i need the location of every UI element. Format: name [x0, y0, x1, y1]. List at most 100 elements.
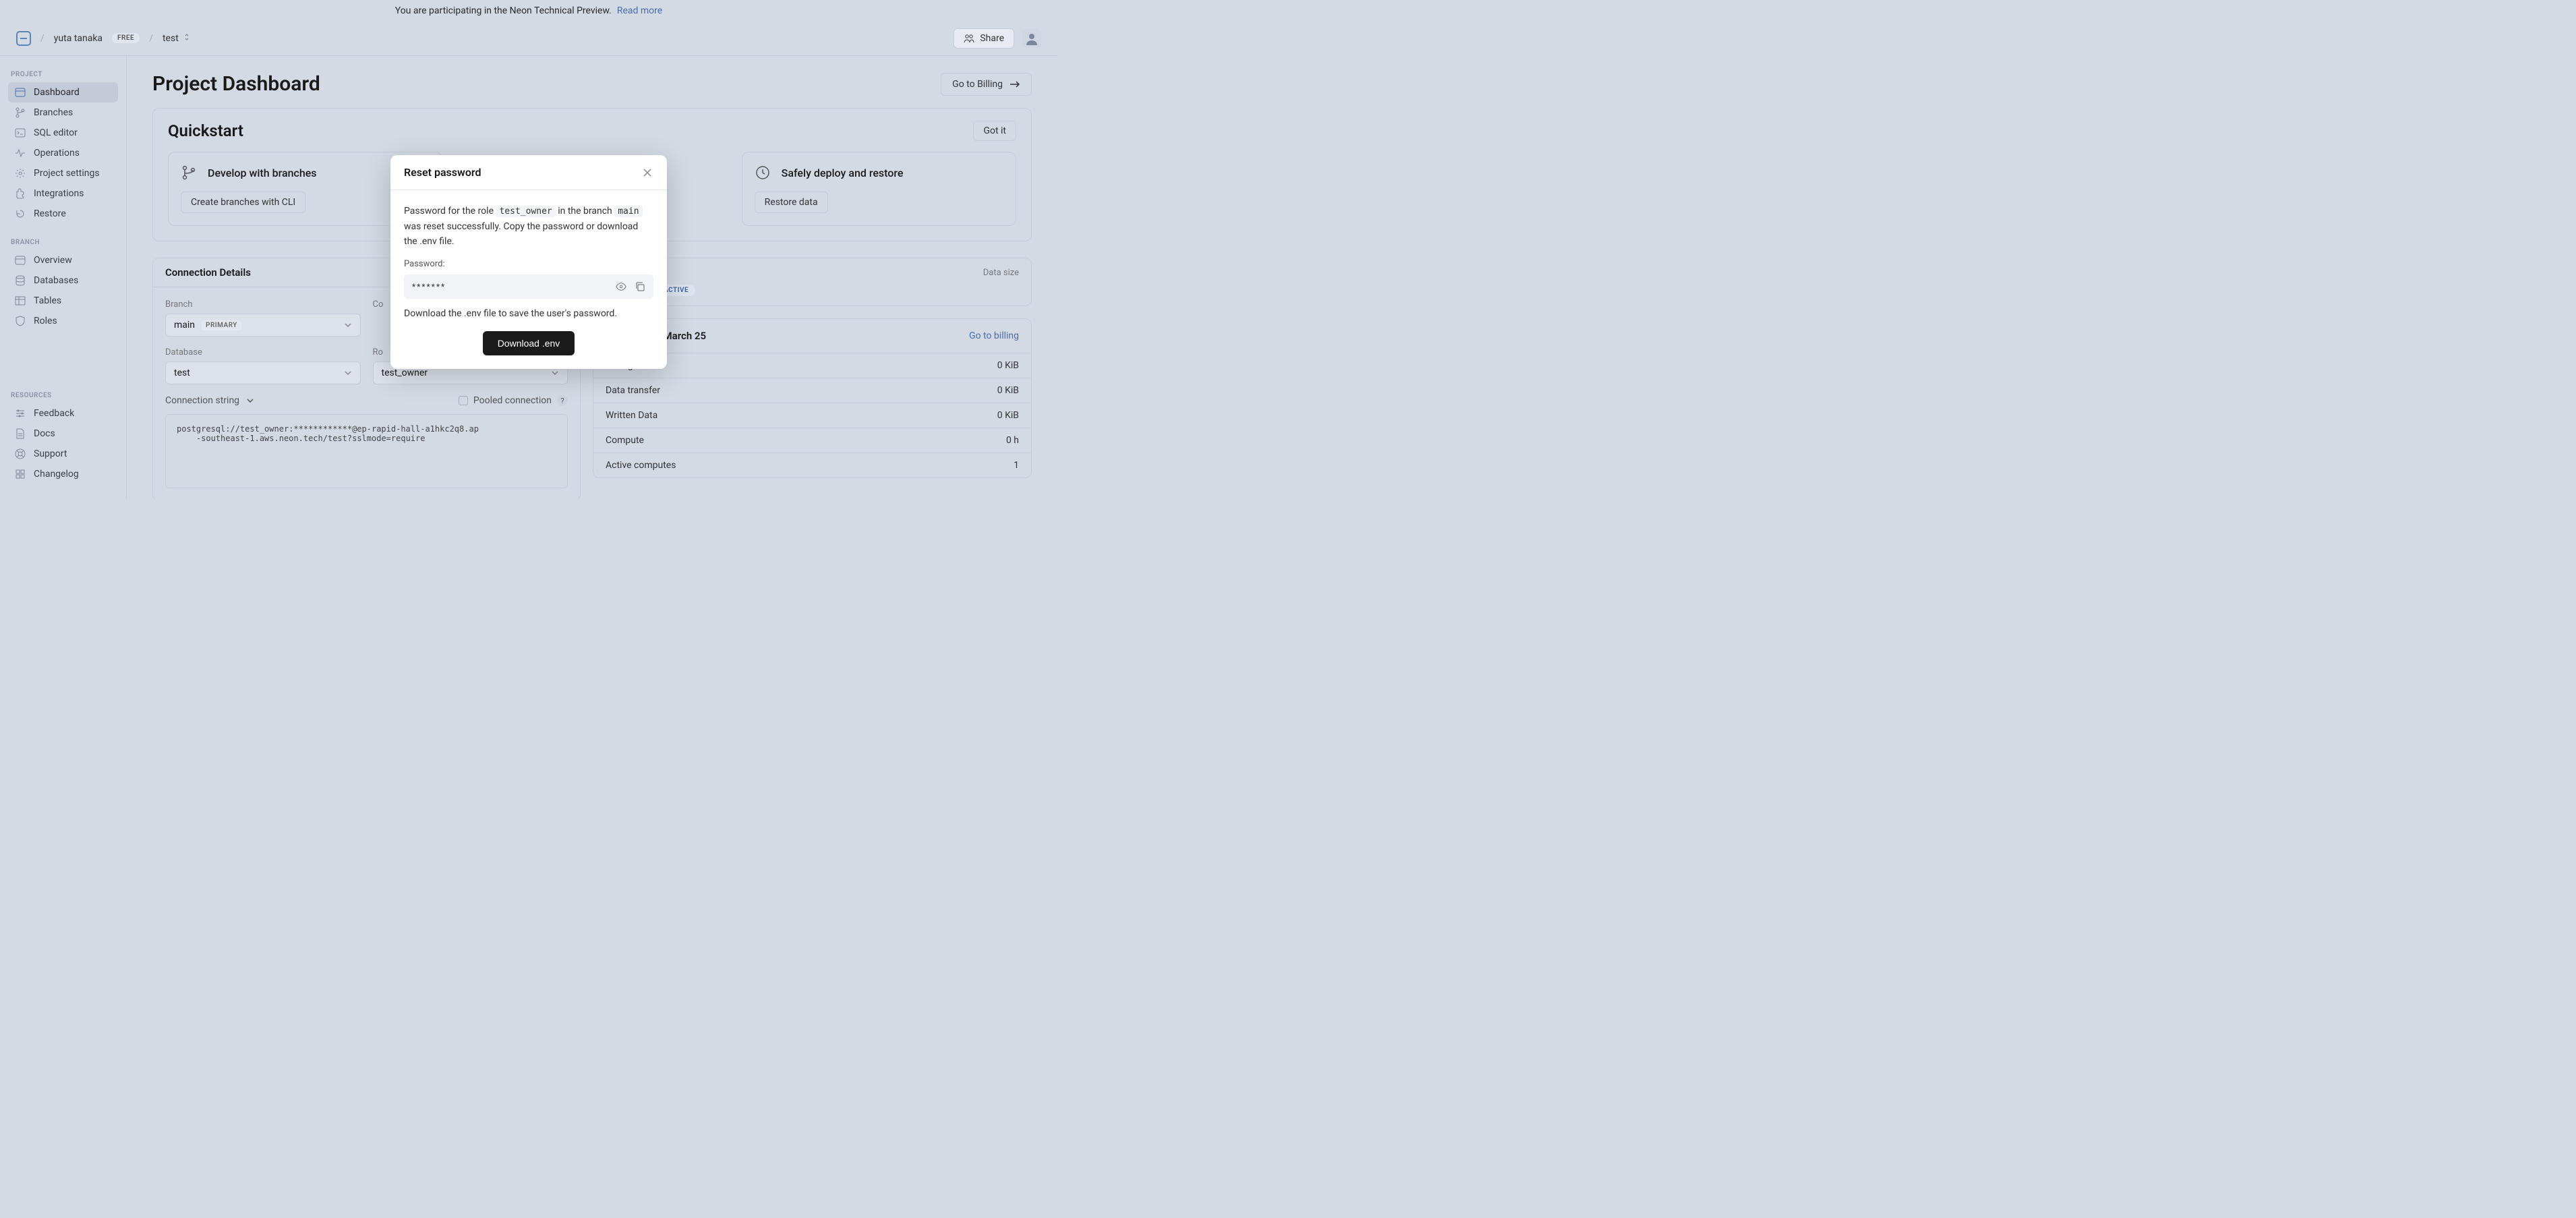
- window-icon: [15, 87, 26, 98]
- sidebar-item-label: Integrations: [34, 188, 84, 199]
- sidebar-item-label: Operations: [34, 148, 80, 158]
- sidebar-item-label: Docs: [34, 428, 55, 439]
- chevron-down-icon: [344, 370, 352, 376]
- sidebar-item-settings[interactable]: Project settings: [8, 163, 118, 183]
- chevron-down-icon: [551, 370, 559, 376]
- sidebar-section-branch: BRANCH: [8, 239, 118, 250]
- pooled-checkbox[interactable]: [459, 396, 468, 405]
- connection-string-toggle[interactable]: Connection string: [165, 395, 254, 406]
- usage-value: 0 KiB: [997, 385, 1019, 396]
- go-to-billing-link[interactable]: Go to billing: [969, 330, 1019, 341]
- sidebar-item-overview[interactable]: Overview: [8, 250, 118, 270]
- close-icon[interactable]: [641, 167, 653, 179]
- chevron-down-icon: [246, 398, 254, 403]
- restore-data-button[interactable]: Restore data: [755, 192, 828, 213]
- breadcrumb: / yuta tanaka FREE / test: [16, 31, 190, 46]
- sidebar-item-operations[interactable]: Operations: [8, 143, 118, 163]
- usage-row: Active computes 1: [593, 453, 1031, 477]
- doc-icon: [15, 428, 26, 439]
- sidebar-item-label: Overview: [34, 255, 72, 266]
- sidebar-item-sql[interactable]: SQL editor: [8, 123, 118, 143]
- gotit-button[interactable]: Got it: [973, 121, 1016, 141]
- tier-badge: FREE: [112, 33, 140, 43]
- people-icon: [964, 34, 974, 43]
- modal-text-c: was reset successfully. Copy the passwor…: [404, 221, 638, 247]
- share-button[interactable]: Share: [954, 28, 1014, 49]
- password-field: *******: [404, 274, 653, 299]
- sidebar-item-branches[interactable]: Branches: [8, 103, 118, 123]
- sidebar-item-label: Support: [34, 448, 67, 459]
- quickstart-tile-label: Safely deploy and restore: [782, 167, 904, 179]
- sidebar-item-label: Restore: [34, 208, 66, 219]
- modal-text-a: Password for the role: [404, 206, 496, 216]
- usage-value: 1: [1014, 460, 1019, 471]
- neon-logo-icon[interactable]: [16, 31, 31, 46]
- database-icon: [15, 275, 26, 286]
- usage-row: Compute0 h: [593, 428, 1031, 453]
- arrow-right-icon: [1009, 80, 1020, 88]
- primary-badge: PRIMARY: [202, 320, 241, 330]
- sidebar-item-docs[interactable]: Docs: [8, 424, 118, 444]
- modal-text: Password for the role test_owner in the …: [404, 204, 653, 250]
- pooled-label: Pooled connection: [473, 395, 552, 406]
- sidebar-item-tables[interactable]: Tables: [8, 291, 118, 311]
- breadcrumb-user[interactable]: yuta tanaka: [54, 33, 103, 44]
- go-to-billing-button[interactable]: Go to Billing: [941, 73, 1032, 96]
- password-label: Password:: [404, 259, 653, 269]
- banner-text: You are participating in the Neon Techni…: [395, 5, 612, 16]
- database-select[interactable]: test: [165, 361, 361, 384]
- breadcrumb-sep: /: [40, 33, 45, 44]
- history-icon: [755, 165, 771, 181]
- avatar[interactable]: [1022, 29, 1041, 48]
- banner-link[interactable]: Read more: [617, 5, 662, 16]
- puzzle-icon: [15, 188, 26, 199]
- quickstart-tile: Safely deploy and restore Restore data: [742, 152, 1016, 226]
- sidebar-item-label: Branches: [34, 107, 73, 118]
- usage-value: 0 KiB: [997, 360, 1019, 371]
- sidebar-item-label: Roles: [34, 316, 57, 326]
- usage-label: Active computes: [606, 460, 676, 471]
- sidebar-item-feedback[interactable]: Feedback: [8, 403, 118, 424]
- quickstart-tile-label: Develop with branches: [208, 167, 317, 179]
- branch-select[interactable]: main PRIMARY: [165, 314, 361, 337]
- billing-label: Go to Billing: [952, 79, 1003, 90]
- usage-label: Data transfer: [606, 385, 660, 396]
- create-branches-button[interactable]: Create branches with CLI: [181, 192, 305, 213]
- grid-icon: [15, 469, 26, 480]
- page-title: Project Dashboard: [152, 72, 320, 96]
- sidebar-section-project: PROJECT: [8, 71, 118, 82]
- password-mask: *******: [412, 282, 446, 291]
- sidebar-item-changelog[interactable]: Changelog: [8, 464, 118, 484]
- modal-branch-code: main: [614, 206, 642, 217]
- download-text: Download the .env file to save the user'…: [404, 308, 653, 319]
- sidebar-item-integrations[interactable]: Integrations: [8, 183, 118, 204]
- database-value: test: [174, 368, 190, 378]
- sidebar-item-roles[interactable]: Roles: [8, 311, 118, 331]
- sidebar-item-dashboard[interactable]: Dashboard: [8, 82, 118, 103]
- project-switcher-icon[interactable]: [183, 33, 190, 41]
- terminal-icon: [15, 127, 26, 138]
- reset-password-modal: Reset password Password for the role tes…: [390, 155, 667, 369]
- breadcrumb-sep: /: [149, 33, 153, 44]
- sidebar-item-label: Databases: [34, 275, 78, 286]
- connection-string-code[interactable]: postgresql://test_owner:************@ep-…: [165, 414, 568, 488]
- copy-icon[interactable]: [635, 281, 645, 292]
- usage-row: Written Data0 KiB: [593, 403, 1031, 428]
- table-icon: [15, 295, 26, 306]
- restore-icon: [15, 208, 26, 219]
- help-icon[interactable]: ?: [557, 395, 568, 406]
- branch-icon: [15, 107, 26, 118]
- modal-role-code: test_owner: [496, 206, 555, 217]
- sidebar-item-databases[interactable]: Databases: [8, 270, 118, 291]
- sidebar-item-support[interactable]: Support: [8, 444, 118, 464]
- connection-title: Connection Details: [165, 266, 251, 279]
- eye-icon[interactable]: [616, 281, 626, 292]
- sidebar-section-resources: RESOURCES: [8, 392, 118, 403]
- sidebar-item-label: Dashboard: [34, 87, 80, 98]
- sidebar-item-label: Changelog: [34, 469, 79, 480]
- chevron-down-icon: [344, 322, 352, 328]
- window-icon: [15, 255, 26, 266]
- download-env-button[interactable]: Download .env: [483, 331, 575, 355]
- sidebar-item-restore[interactable]: Restore: [8, 204, 118, 224]
- breadcrumb-project[interactable]: test: [163, 33, 179, 44]
